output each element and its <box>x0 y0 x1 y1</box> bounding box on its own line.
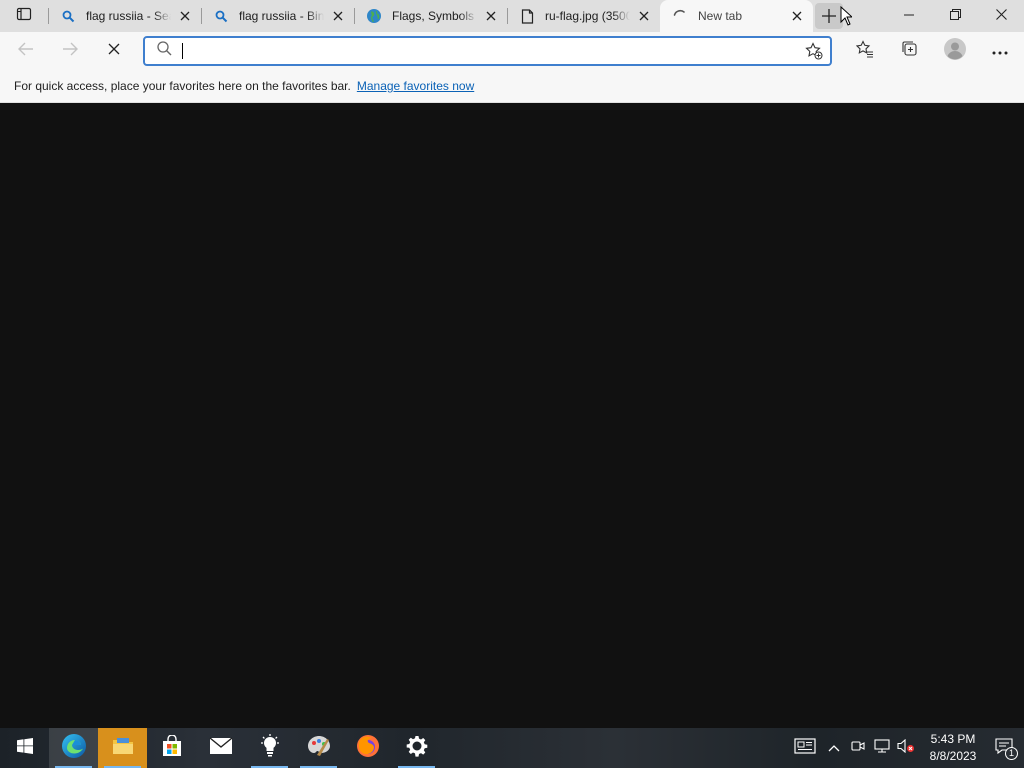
search-icon <box>157 41 172 61</box>
meet-now-button[interactable] <box>846 728 870 768</box>
plus-icon <box>815 3 843 29</box>
favorites-star-list-icon <box>855 39 874 63</box>
stop-loading-button[interactable] <box>92 33 136 69</box>
more-dots-icon <box>992 42 1008 60</box>
page-content <box>0 103 1024 728</box>
firefox-icon <box>356 734 380 763</box>
mail-icon <box>209 736 233 760</box>
toolbar-right <box>842 32 1022 70</box>
news-icon <box>794 737 816 759</box>
volume-muted-icon <box>897 738 915 758</box>
favorites-button[interactable] <box>842 33 887 69</box>
back-button[interactable] <box>4 33 48 69</box>
browser-toolbar <box>0 32 1024 70</box>
profile-button[interactable] <box>932 33 977 69</box>
add-favorite-star-icon[interactable] <box>798 38 830 64</box>
notification-center-button[interactable]: 1 <box>984 728 1024 768</box>
tab-strip: flag russiia - Search flag russiia - Bin… <box>0 0 1024 32</box>
window-controls <box>886 0 1024 32</box>
taskbar-firefox[interactable] <box>343 728 392 768</box>
search-icon <box>60 8 76 24</box>
system-tray: 5:43 PM 8/8/2023 1 <box>788 728 1024 768</box>
globe-icon <box>366 8 382 24</box>
taskbar-edge[interactable] <box>49 728 98 768</box>
address-bar[interactable] <box>143 36 832 66</box>
close-icon[interactable] <box>789 8 805 24</box>
taskbar-file-explorer[interactable] <box>98 728 147 768</box>
show-hidden-icons-button[interactable] <box>822 728 846 768</box>
document-icon <box>519 8 535 24</box>
close-icon <box>995 7 1007 25</box>
close-icon <box>108 42 120 60</box>
close-window-button[interactable] <box>978 0 1024 32</box>
favorites-bar-message: For quick access, place your favorites h… <box>14 79 351 93</box>
camera-icon <box>851 739 865 757</box>
start-button[interactable] <box>0 728 49 768</box>
taskbar-paint[interactable] <box>294 728 343 768</box>
address-input[interactable] <box>183 42 798 60</box>
collections-icon <box>901 40 919 63</box>
mouse-pointer-icon <box>840 5 854 31</box>
tab-1[interactable]: flag russiia - Bing <box>201 0 354 32</box>
avatar <box>943 37 966 65</box>
folder-icon <box>112 737 134 760</box>
notification-count-badge: 1 <box>1005 747 1018 760</box>
store-icon <box>161 733 183 762</box>
tab-title: ru-flag.jpg (3500 <box>545 9 630 23</box>
tab-actions-icon <box>16 6 32 27</box>
loading-icon <box>672 8 688 24</box>
tab-title: flag russiia - Bing <box>239 9 324 23</box>
forward-arrow-icon <box>62 42 78 61</box>
manage-favorites-link[interactable]: Manage favorites now <box>357 79 474 93</box>
restore-button[interactable] <box>932 0 978 32</box>
forward-button[interactable] <box>48 33 92 69</box>
windows-logo-icon <box>16 737 33 759</box>
taskbar-clock[interactable]: 5:43 PM 8/8/2023 <box>922 731 984 765</box>
close-icon[interactable] <box>330 8 346 24</box>
taskbar-tips[interactable] <box>245 728 294 768</box>
lightbulb-icon <box>259 733 281 763</box>
settings-more-button[interactable] <box>977 33 1022 69</box>
chevron-up-icon <box>828 739 840 757</box>
tab-3[interactable]: ru-flag.jpg (3500 <box>507 0 660 32</box>
minimize-button[interactable] <box>886 0 932 32</box>
clock-time: 5:43 PM <box>930 732 976 746</box>
palette-icon <box>307 735 331 762</box>
close-icon[interactable] <box>483 8 499 24</box>
network-icon <box>874 738 890 758</box>
clock-date: 8/8/2023 <box>929 749 977 763</box>
taskbar-mail[interactable] <box>196 728 245 768</box>
gear-icon <box>406 735 428 762</box>
taskbar-settings[interactable] <box>392 728 441 768</box>
restore-icon <box>949 7 961 25</box>
close-icon[interactable] <box>636 8 652 24</box>
tab-4[interactable]: New tab <box>660 0 813 32</box>
tab-2[interactable]: Flags, Symbols & Currency <box>354 0 507 32</box>
news-widget-button[interactable] <box>788 728 822 768</box>
favorites-bar: For quick access, place your favorites h… <box>0 70 1024 103</box>
tab-actions-button[interactable] <box>0 0 48 32</box>
minimize-icon <box>904 7 914 25</box>
back-arrow-icon <box>18 42 34 61</box>
volume-button[interactable] <box>894 728 918 768</box>
tab-title: Flags, Symbols & Currency <box>392 9 477 23</box>
close-icon[interactable] <box>177 8 193 24</box>
network-button[interactable] <box>870 728 894 768</box>
collections-button[interactable] <box>887 33 932 69</box>
tab-title: New tab <box>698 9 743 23</box>
tab-title: flag russiia - Search <box>86 9 171 23</box>
taskbar-store[interactable] <box>147 728 196 768</box>
taskbar: 5:43 PM 8/8/2023 1 <box>0 728 1024 768</box>
search-icon <box>213 8 229 24</box>
tab-0[interactable]: flag russiia - Search <box>48 0 201 32</box>
edge-icon <box>61 733 87 764</box>
